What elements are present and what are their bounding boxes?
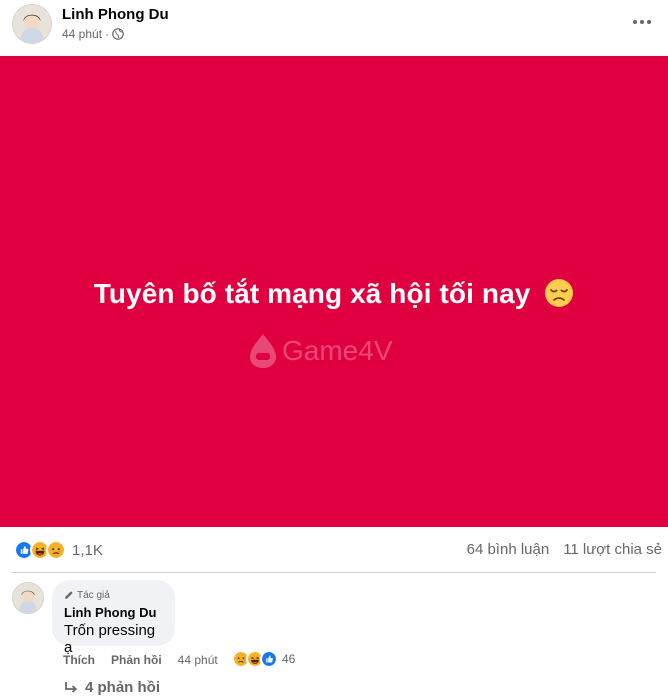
meta-separator: · [105, 27, 110, 41]
pencil-icon [65, 591, 73, 599]
comment-text: Trốn pressing ạ [64, 622, 156, 656]
post-stats: 1,1K 64 bình luận 11 lượt chia sẻ [0, 528, 668, 572]
comment-time[interactable]: 44 phút [178, 653, 218, 667]
reaction-count[interactable]: 1,1K [72, 542, 103, 559]
author-avatar[interactable] [12, 4, 52, 44]
comment-reaction-count: 46 [282, 652, 296, 666]
stats-right: 64 bình luận 11 lượt chia sẻ [467, 541, 662, 558]
more-horizontal-icon [633, 20, 637, 24]
comment-bubble: Tác giả Linh Phong Du Trốn pressing ạ [52, 580, 175, 656]
comment-reaction-summary[interactable]: 46 [232, 650, 295, 668]
view-replies-label[interactable]: 4 phản hồi [85, 679, 160, 696]
watermark-text: Game4V [282, 335, 393, 366]
comment-actions: Thích Phản hồi 44 phút [63, 653, 218, 667]
divider [12, 572, 656, 573]
game4v-logo-icon [250, 334, 276, 368]
post-time[interactable]: 44 phút [62, 27, 102, 41]
share-count[interactable]: 11 lượt chia sẻ [563, 541, 662, 558]
reaction-summary[interactable]: 1,1K [14, 540, 103, 560]
author-badge: Tác giả [64, 588, 163, 602]
reply-arrow-icon [65, 681, 78, 693]
like-comment-button[interactable]: Thích [63, 653, 95, 667]
post-meta: 44 phút · [62, 27, 124, 41]
post-banner[interactable]: Tuyên bố tắt mạng xã hội tối nay Game4V [0, 56, 668, 527]
watermark: Game4V [248, 333, 393, 369]
banner-text-line: Tuyên bố tắt mạng xã hội tối nay [0, 278, 668, 310]
view-replies-button[interactable]: 4 phản hồi [63, 679, 160, 696]
sad-reaction-icon [46, 540, 66, 560]
more-options-button[interactable] [630, 10, 654, 34]
banner-text: Tuyên bố tắt mạng xã hội tối nay [93, 278, 531, 309]
globe-icon [112, 28, 124, 40]
commenter-avatar[interactable] [12, 582, 44, 614]
like-reaction-icon [260, 650, 278, 668]
post-header: Linh Phong Du 44 phút · [0, 0, 668, 56]
reply-comment-button[interactable]: Phản hồi [111, 653, 162, 667]
author-name[interactable]: Linh Phong Du [62, 6, 169, 23]
author-badge-label: Tác giả [77, 589, 110, 601]
disappointed-face-emoji [545, 279, 574, 307]
comment-author[interactable]: Linh Phong Du [64, 605, 163, 620]
comment-count[interactable]: 64 bình luận [467, 541, 550, 558]
